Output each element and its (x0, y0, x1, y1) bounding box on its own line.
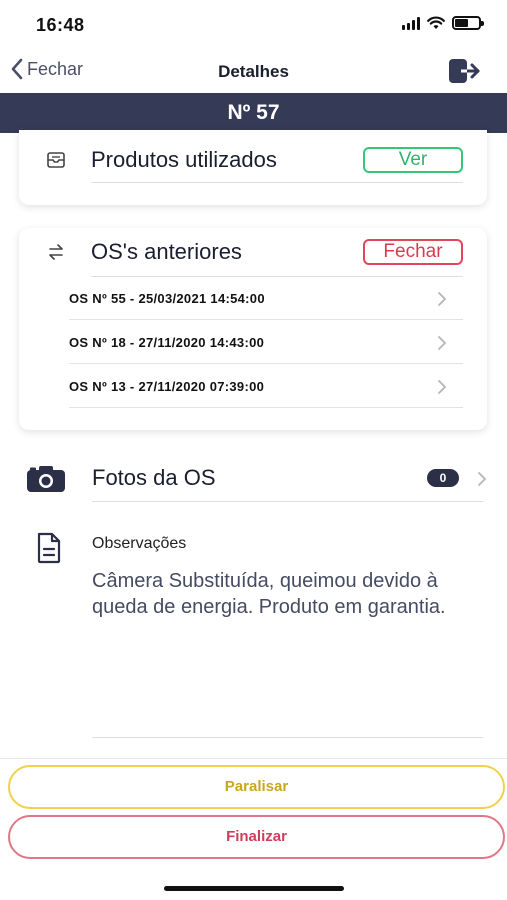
fotos-da-os-row[interactable]: Fotos da OS 0 (0, 455, 507, 501)
swap-arrows-icon (49, 244, 63, 260)
logout-button[interactable] (447, 56, 483, 91)
divider (92, 501, 483, 502)
os-anteriores-card: OS's anteriores Fechar OS Nº 55 - 25/03/… (19, 228, 487, 430)
logout-icon (449, 59, 480, 83)
os-list-item-label: OS Nº 13 - 27/11/2020 07:39:00 (69, 378, 265, 394)
chevron-right-icon (478, 472, 486, 486)
ver-produtos-button[interactable]: Ver (363, 147, 463, 173)
os-anteriores-title: OS's anteriores (91, 239, 242, 264)
paralisar-button[interactable]: Paralisar (8, 765, 505, 809)
status-icons (402, 16, 484, 30)
chevron-right-icon (438, 380, 446, 394)
divider (0, 758, 507, 759)
produtos-title: Produtos utilizados (91, 147, 277, 172)
observacoes-label: Observações (92, 535, 187, 552)
divider (92, 737, 483, 738)
os-list-item[interactable]: OS Nº 13 - 27/11/2020 07:39:00 (69, 364, 463, 408)
order-number-banner: Nº 57 (0, 93, 507, 133)
battery-icon (452, 16, 484, 30)
fechar-anteriores-button[interactable]: Fechar (363, 239, 463, 265)
status-time: 16:48 (36, 15, 85, 35)
os-anteriores-header: OS's anteriores Fechar (19, 232, 487, 272)
wifi-icon (427, 16, 445, 29)
chevron-right-icon (438, 336, 446, 350)
chevron-right-icon (438, 292, 446, 306)
camera-icon (27, 466, 65, 492)
os-list-item-label: OS Nº 55 - 25/03/2021 14:54:00 (69, 290, 265, 306)
cellular-signal-icon (402, 16, 420, 30)
status-bar: 16:48 (0, 0, 507, 48)
produtos-header: Produtos utilizados Ver (19, 140, 487, 180)
home-indicator (164, 886, 344, 891)
produtos-card: Produtos utilizados Ver (19, 130, 487, 205)
nav-bar: Fechar Detalhes (0, 52, 507, 92)
os-list-item[interactable]: OS Nº 18 - 27/11/2020 14:43:00 (69, 320, 463, 364)
fotos-count-badge: 0 (427, 469, 459, 487)
document-icon (37, 532, 61, 564)
observacoes-text: Câmera Substituída, queimou devido à que… (92, 570, 446, 618)
os-list-item-label: OS Nº 18 - 27/11/2020 14:43:00 (69, 334, 265, 350)
page-title: Detalhes (218, 62, 289, 81)
divider (69, 407, 463, 408)
box-icon (47, 152, 65, 168)
divider (91, 182, 463, 183)
fotos-label: Fotos da OS (92, 465, 216, 490)
finalizar-button[interactable]: Finalizar (8, 815, 505, 859)
os-list-item[interactable]: OS Nº 55 - 25/03/2021 14:54:00 (69, 276, 463, 320)
